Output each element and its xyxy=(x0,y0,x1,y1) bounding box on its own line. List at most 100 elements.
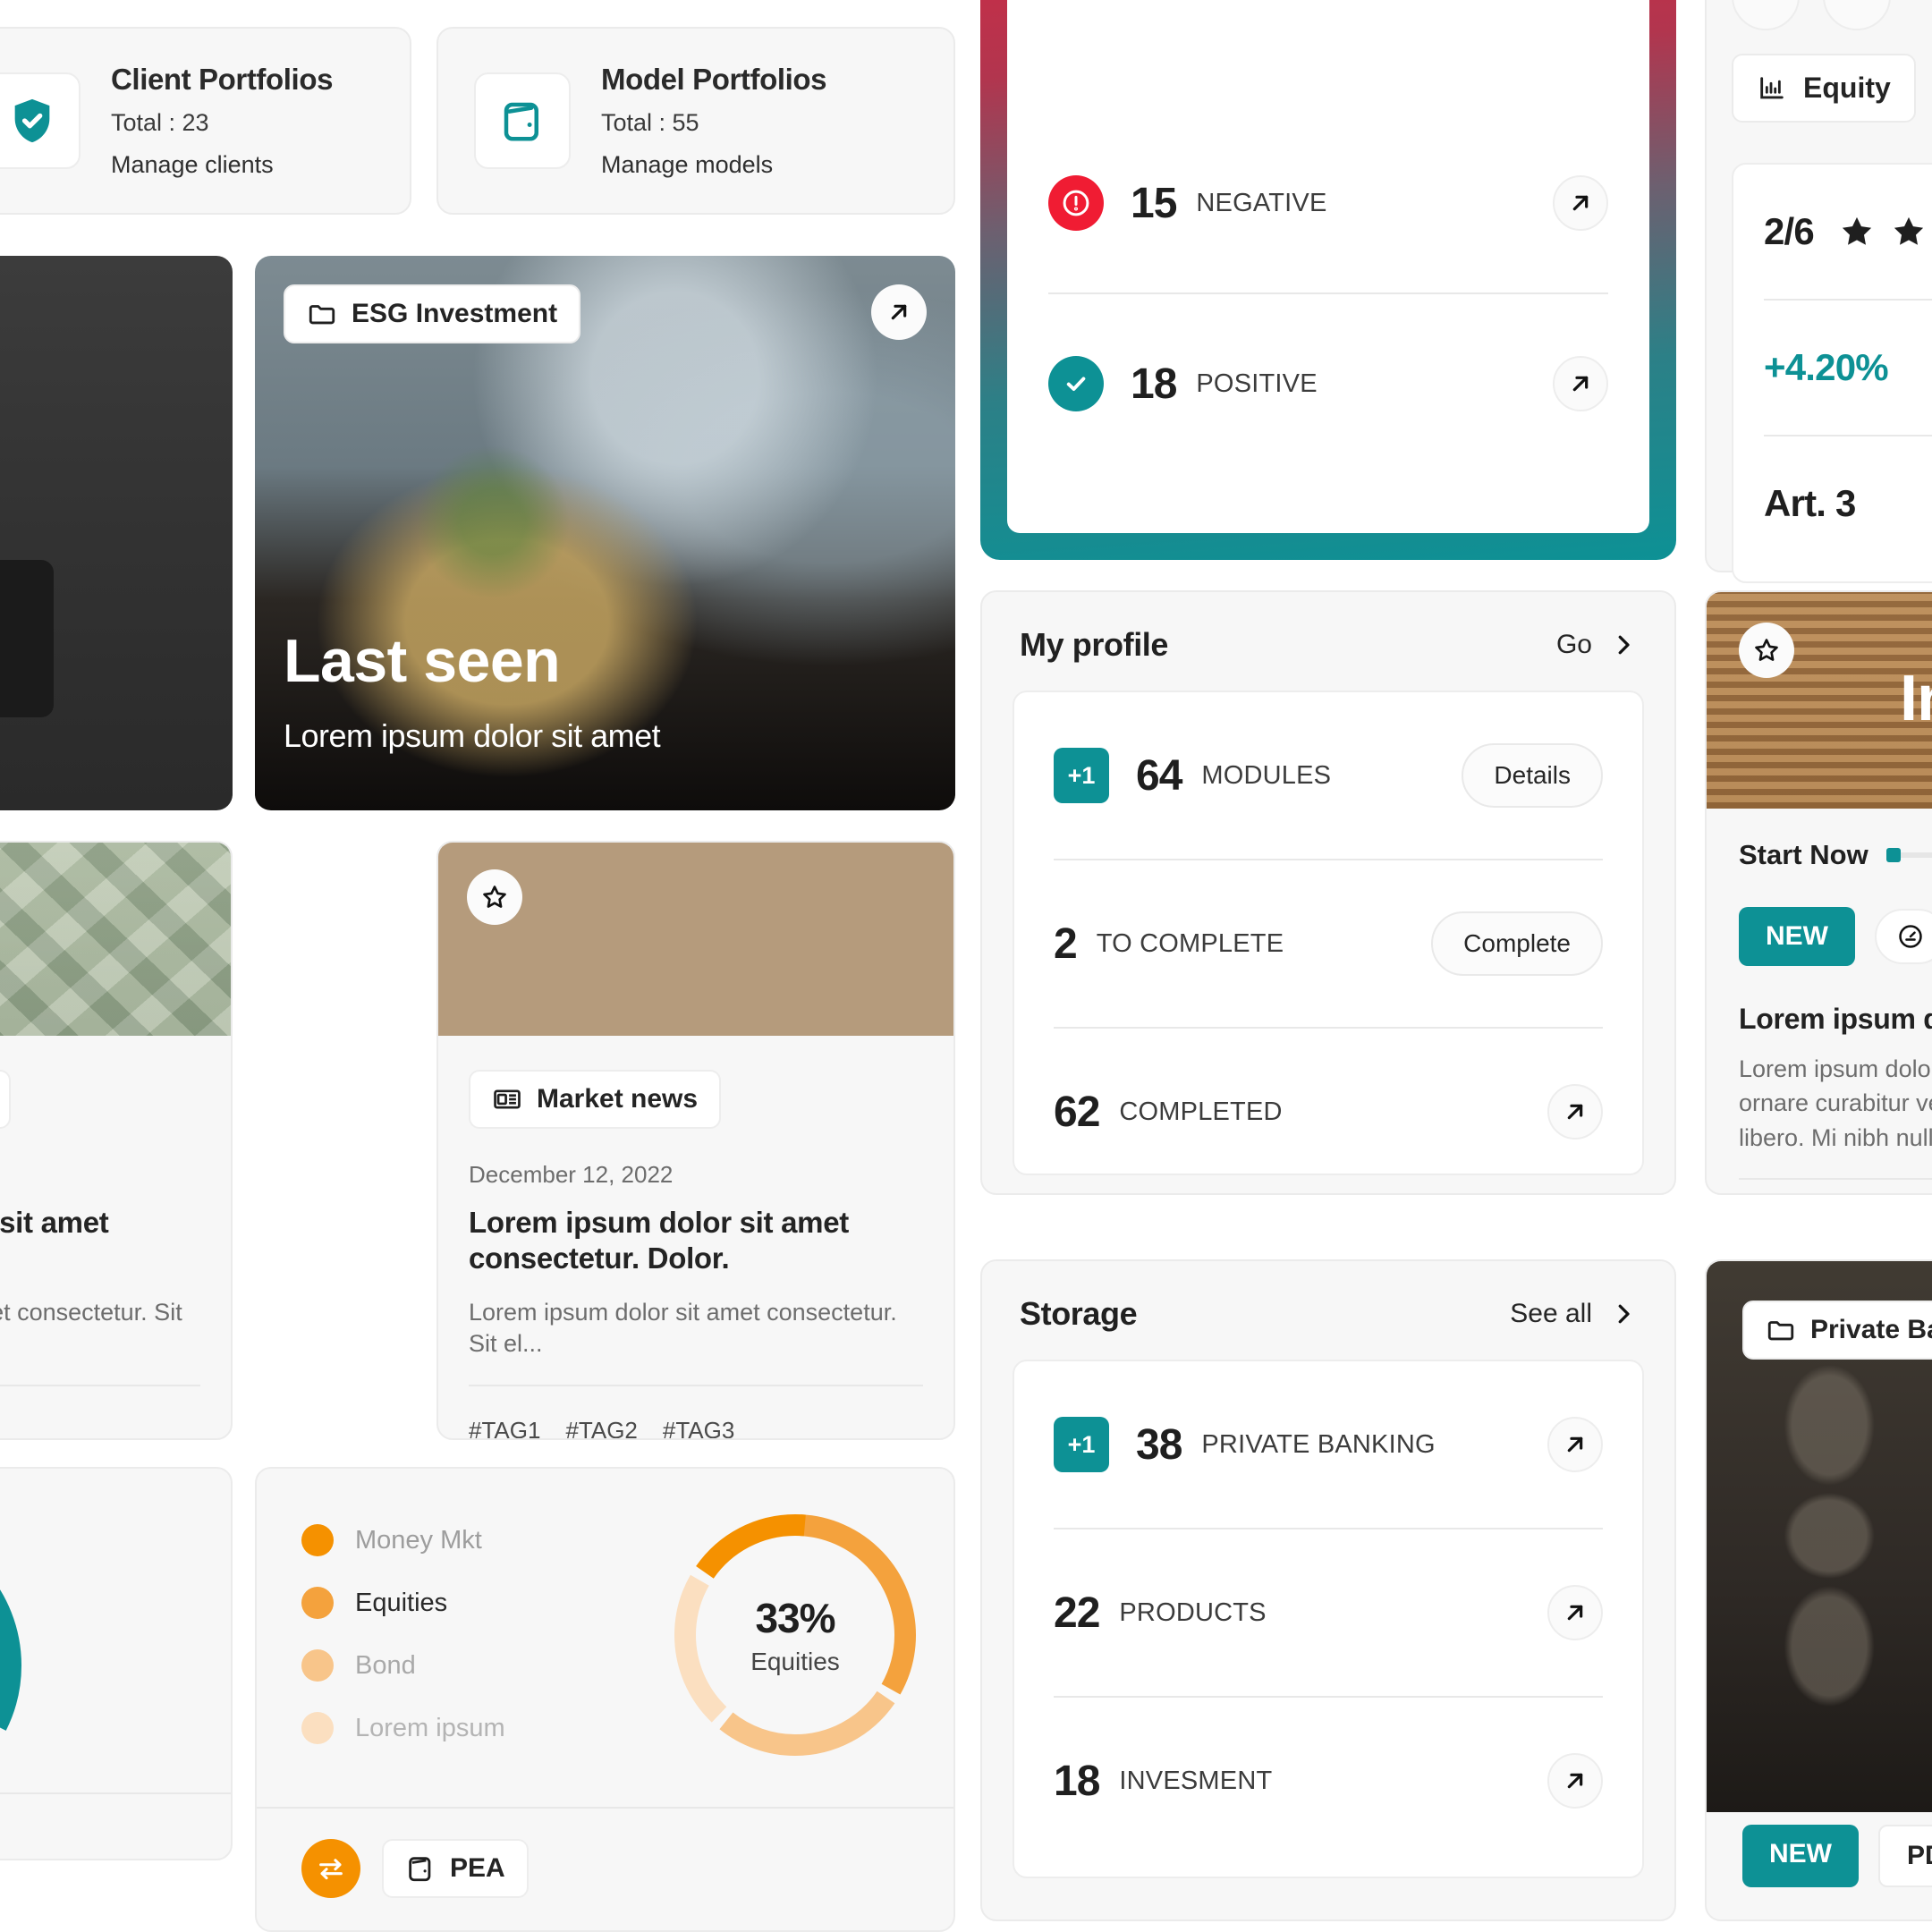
equity-option-a-button[interactable] xyxy=(1732,0,1800,30)
list-item[interactable]: +1 64 MODULES Details xyxy=(1054,692,1603,859)
row-count: 18 xyxy=(1054,1757,1100,1805)
client-portfolios-card[interactable]: Client Portfolios Total : 23 Manage clie… xyxy=(0,27,411,215)
esg-category-chip[interactable]: ESG Investment xyxy=(284,284,581,343)
equities-donut-chart: 33% Equities xyxy=(661,1501,929,1769)
esg-investment-card[interactable]: ESG Investment Last seen Lorem ipsum dol… xyxy=(255,256,955,810)
trading-chart-card[interactable]: F: $0.9563 2.88 2 883 xyxy=(0,256,233,810)
investment-open-button[interactable] xyxy=(1547,1753,1603,1809)
legend-swatch xyxy=(301,1587,334,1619)
card-total: Total : 23 xyxy=(111,109,209,136)
rating-stars xyxy=(1837,212,1932,251)
private-banking-open-button[interactable] xyxy=(1547,1417,1603,1472)
favorite-button[interactable] xyxy=(1739,623,1794,678)
wallet-icon xyxy=(409,1857,431,1882)
weekly-news-chip[interactable]: Weekly news xyxy=(0,1070,12,1129)
legend-item[interactable]: Bond xyxy=(301,1649,505,1682)
star-outline-icon xyxy=(483,886,506,908)
money-mkt-allocation-card[interactable]: 33% Money Mkt xyxy=(0,1467,233,1860)
legend-swatch xyxy=(301,1524,334,1556)
progress-bar[interactable] xyxy=(1885,848,1932,862)
increment-badge: +1 xyxy=(1054,748,1109,803)
private-banking-chip-label: Private Ba xyxy=(1810,1315,1932,1344)
new-badge[interactable]: NEW xyxy=(1742,1825,1859,1887)
my-profile-list: +1 64 MODULES Details 2 TO COMPLETE Comp… xyxy=(1013,691,1644,1175)
list-item[interactable]: 2 TO COMPLETE Complete xyxy=(1054,860,1603,1027)
positive-stat-row[interactable]: 18 POSITIVE xyxy=(1048,294,1608,473)
see-all-label: See all xyxy=(1510,1299,1592,1328)
sentiment-inner: 15 NEGATIVE 18 POSITIVE xyxy=(1007,0,1649,533)
private-banking-chip[interactable]: Private Ba xyxy=(1742,1301,1932,1360)
market-news-chip[interactable]: Market news xyxy=(469,1070,722,1129)
list-item[interactable]: 18 INVESMENT xyxy=(1054,1698,1603,1864)
row-label: COMPLETED xyxy=(1119,1097,1283,1126)
pea-label: PEA xyxy=(450,1853,505,1883)
list-item[interactable]: 22 PRODUCTS xyxy=(1054,1530,1603,1696)
model-portfolios-card[interactable]: Model Portfolios Total : 55 Manage model… xyxy=(436,27,955,215)
details-button[interactable]: Details xyxy=(1462,743,1603,808)
panel-title: My profile xyxy=(1020,626,1169,663)
completed-open-button[interactable] xyxy=(1547,1084,1603,1140)
tag[interactable]: #TAG2 xyxy=(565,1417,637,1438)
negative-stat-row[interactable]: 15 NEGATIVE xyxy=(1048,114,1608,292)
my-profile-panel: My profile Go +1 64 MODULES Details 2 TO… xyxy=(980,590,1676,1195)
row-label: TO COMPLETE xyxy=(1096,928,1284,958)
market-news-card[interactable]: Market news December 12, 2022 Lorem ipsu… xyxy=(436,841,955,1440)
sentiment-card[interactable]: 15 NEGATIVE 18 POSITIVE xyxy=(980,0,1676,560)
legend-item[interactable]: Equities xyxy=(301,1587,505,1619)
negative-open-button[interactable] xyxy=(1553,175,1608,231)
chevron-right-icon xyxy=(1618,1304,1630,1324)
start-now-card[interactable]: In Start Now NEW क़ Lorem ipsum do Lorem… xyxy=(1705,590,1932,1195)
folder-icon xyxy=(1767,1321,1794,1341)
start-now-image xyxy=(1707,592,1932,809)
list-item[interactable]: +1 38 PRIVATE BANKING xyxy=(1054,1361,1603,1528)
list-item[interactable]: 62 COMPLETED xyxy=(1054,1029,1603,1195)
arrow-up-right-icon xyxy=(1567,1773,1583,1789)
pdf-badge[interactable]: PDF xyxy=(1878,1825,1932,1887)
my-profile-go-link[interactable]: Go xyxy=(1556,630,1637,660)
tab-equity[interactable]: Equity xyxy=(1732,54,1916,123)
positive-count: 18 xyxy=(1131,360,1177,408)
legend-label: Money Mkt xyxy=(355,1525,482,1555)
card-title: Model Portfolios xyxy=(601,63,827,96)
allocation-legend: Money Mkt Equities Bond Lorem ipsum xyxy=(301,1524,505,1744)
card-title: Client Portfolios xyxy=(111,63,334,96)
rating-row[interactable]: 2/6 xyxy=(1733,165,1932,299)
swap-button[interactable] xyxy=(301,1839,360,1898)
open-external-button[interactable] xyxy=(871,284,927,340)
legend-item[interactable]: Money Mkt xyxy=(301,1524,505,1556)
favorite-button[interactable] xyxy=(467,869,522,925)
row-count: 22 xyxy=(1054,1589,1100,1637)
arrow-up-right-icon xyxy=(1572,195,1589,211)
check-circle-icon xyxy=(1048,356,1104,411)
arrow-up-right-icon xyxy=(1572,376,1589,392)
performance-value: +4.20% xyxy=(1764,346,1889,388)
gauge-icon[interactable] xyxy=(1875,908,1932,964)
panel-title: Storage xyxy=(1020,1295,1138,1332)
weekly-news-card[interactable]: Weekly news er 12, 2022 n ipsum dolor si… xyxy=(0,841,233,1440)
legend-item[interactable]: Lorem ipsum xyxy=(301,1712,505,1744)
donut-center-label: Equities xyxy=(750,1648,840,1675)
products-open-button[interactable] xyxy=(1547,1585,1603,1640)
tag[interactable]: #TAG3 xyxy=(663,1417,734,1438)
donut-center-value: 33% xyxy=(755,1595,835,1641)
positive-open-button[interactable] xyxy=(1553,356,1608,411)
rating-value: 2/6 xyxy=(1764,210,1815,252)
legend-swatch xyxy=(301,1649,334,1682)
equity-option-b-button[interactable] xyxy=(1823,0,1891,30)
row-label: MODULES xyxy=(1201,760,1332,790)
equity-metrics-card: 2/6 +4.20% Art. 3 xyxy=(1732,163,1932,583)
private-banking-card[interactable]: Private Ba NEW PDF xyxy=(1705,1259,1932,1921)
weekly-news-tags: #TAG2 #TAG3 xyxy=(0,1417,200,1438)
pea-account-chip[interactable]: PEA xyxy=(382,1839,529,1898)
card-action-link[interactable]: Manage clients xyxy=(111,151,333,179)
tag[interactable]: #TAG1 xyxy=(469,1417,540,1438)
complete-button[interactable]: Complete xyxy=(1431,911,1603,976)
card-action-link[interactable]: Manage models xyxy=(601,151,826,179)
new-badge[interactable]: NEW xyxy=(1739,906,1855,966)
legend-swatch xyxy=(301,1712,334,1744)
market-news-image xyxy=(438,843,953,1036)
chevron-right-icon xyxy=(1618,635,1630,655)
esg-overlay-subtitle: Lorem ipsum dolor sit amet xyxy=(284,717,661,754)
storage-see-all-link[interactable]: See all xyxy=(1510,1299,1637,1329)
equities-allocation-card[interactable]: Money Mkt Equities Bond Lorem ipsum 33% … xyxy=(255,1467,955,1932)
